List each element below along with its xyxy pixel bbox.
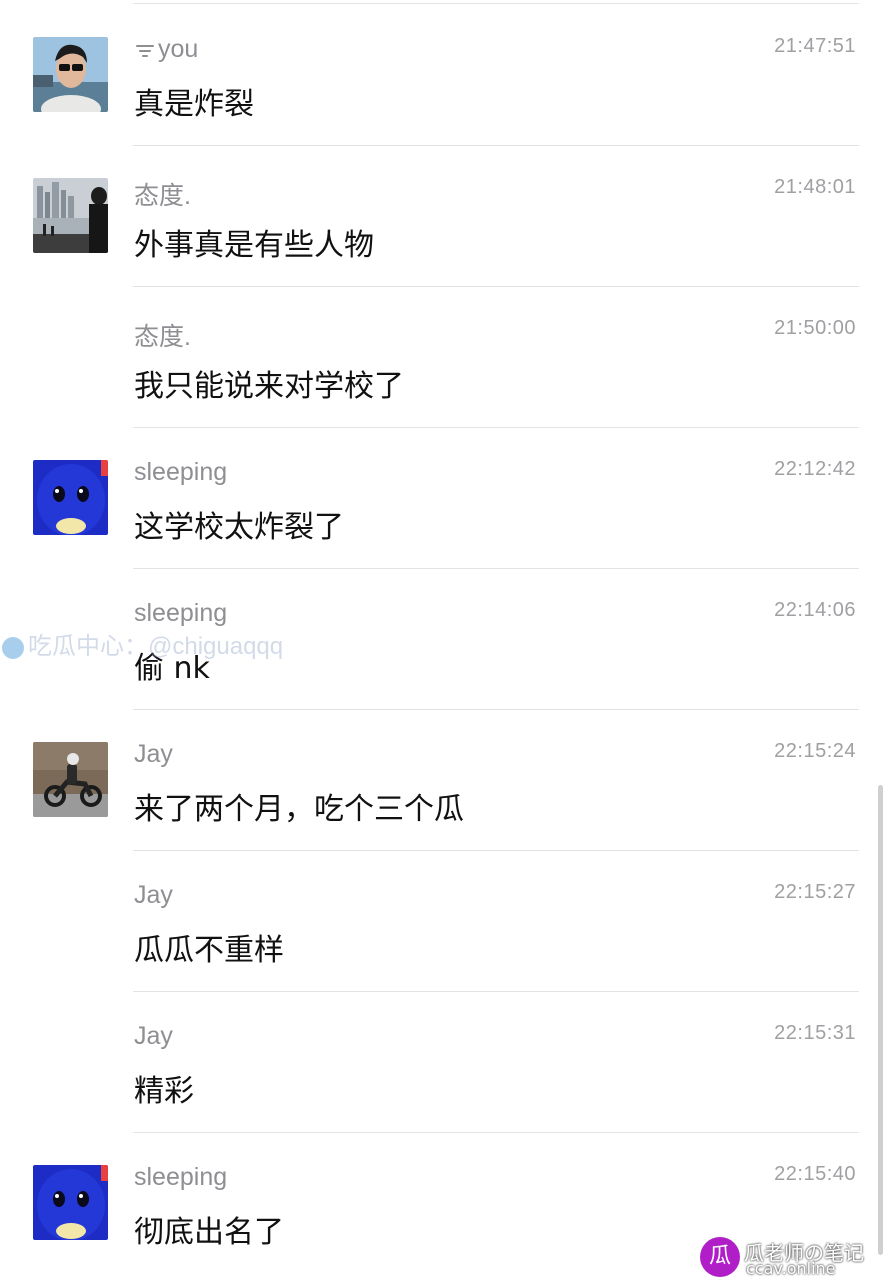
sender-name[interactable]: sleeping [134,458,227,487]
sender-name[interactable]: sleeping [134,1163,227,1192]
message-text: 真是炸裂 [134,87,254,122]
message-row[interactable]: sleeping 22:12:42 这学校太炸裂了 [0,428,892,569]
message-text: 这学校太炸裂了 [134,510,344,545]
avatar[interactable] [33,178,108,253]
sender-name[interactable]: Jay [134,881,173,910]
message-time: 21:50:00 [774,317,856,339]
avatar[interactable] [33,460,108,535]
top-divider [133,3,859,4]
sender-name[interactable]: 态度. [134,176,191,212]
watermark: 吃瓜中心：@chiguaqqq [2,626,283,661]
message-time: 22:15:24 [774,740,856,762]
sender-name[interactable]: 态度. [134,317,191,353]
message-text: 彻底出名了 [134,1215,284,1250]
message-row[interactable]: Jay 22:15:24 来了两个月，吃个三个瓜 [0,710,892,851]
message-time: 22:15:27 [774,881,856,903]
avatar[interactable] [33,1165,108,1240]
message-text: 来了两个月，吃个三个瓜 [134,792,464,827]
scrollbar[interactable] [878,785,883,1255]
brand-url: ccav.online [746,1259,836,1278]
message-time: 22:15:31 [774,1022,856,1044]
blue-penguin-avatar [33,460,108,535]
avatar[interactable] [33,742,108,817]
message-time: 22:15:40 [774,1163,856,1185]
sender-name-text: you [158,35,199,63]
message-row[interactable]: Jay 22:15:27 瓜瓜不重样 [0,851,892,992]
message-text: 精彩 [134,1074,194,1109]
avatar[interactable] [33,37,108,112]
sender-name[interactable]: sleeping [134,599,227,628]
man-sunglasses-avatar [33,37,108,112]
watermark-text: 吃瓜中心：@chiguaqqq [28,633,284,660]
message-text: 瓜瓜不重样 [134,933,284,968]
telegram-icon [2,636,24,659]
city-waterfront-avatar [33,178,108,253]
sender-name[interactable]: Jay [134,1022,173,1051]
message-time: 22:12:42 [774,458,856,480]
wifi-icon [136,45,154,58]
sender-name[interactable]: you [134,35,198,64]
blue-penguin-avatar [33,1165,108,1240]
message-row[interactable]: you 21:47:51 真是炸裂 [0,5,892,146]
brand-logo: 瓜 [700,1237,740,1277]
message-time: 21:47:51 [774,35,856,57]
brand-watermark: 瓜 瓜老师の笔记 ccav.online [700,1237,886,1278]
sender-name[interactable]: Jay [134,740,173,769]
message-row[interactable]: 态度. 21:50:00 我只能说来对学校了 [0,287,892,428]
message-row[interactable]: 态度. 21:48:01 外事真是有些人物 [0,146,892,287]
message-text: 我只能说来对学校了 [134,369,404,404]
motorcycle-rider-avatar [33,742,108,817]
message-time: 22:14:06 [774,599,856,621]
message-time: 21:48:01 [774,176,856,198]
message-row[interactable]: Jay 22:15:31 精彩 [0,992,892,1133]
message-text: 外事真是有些人物 [134,228,374,263]
